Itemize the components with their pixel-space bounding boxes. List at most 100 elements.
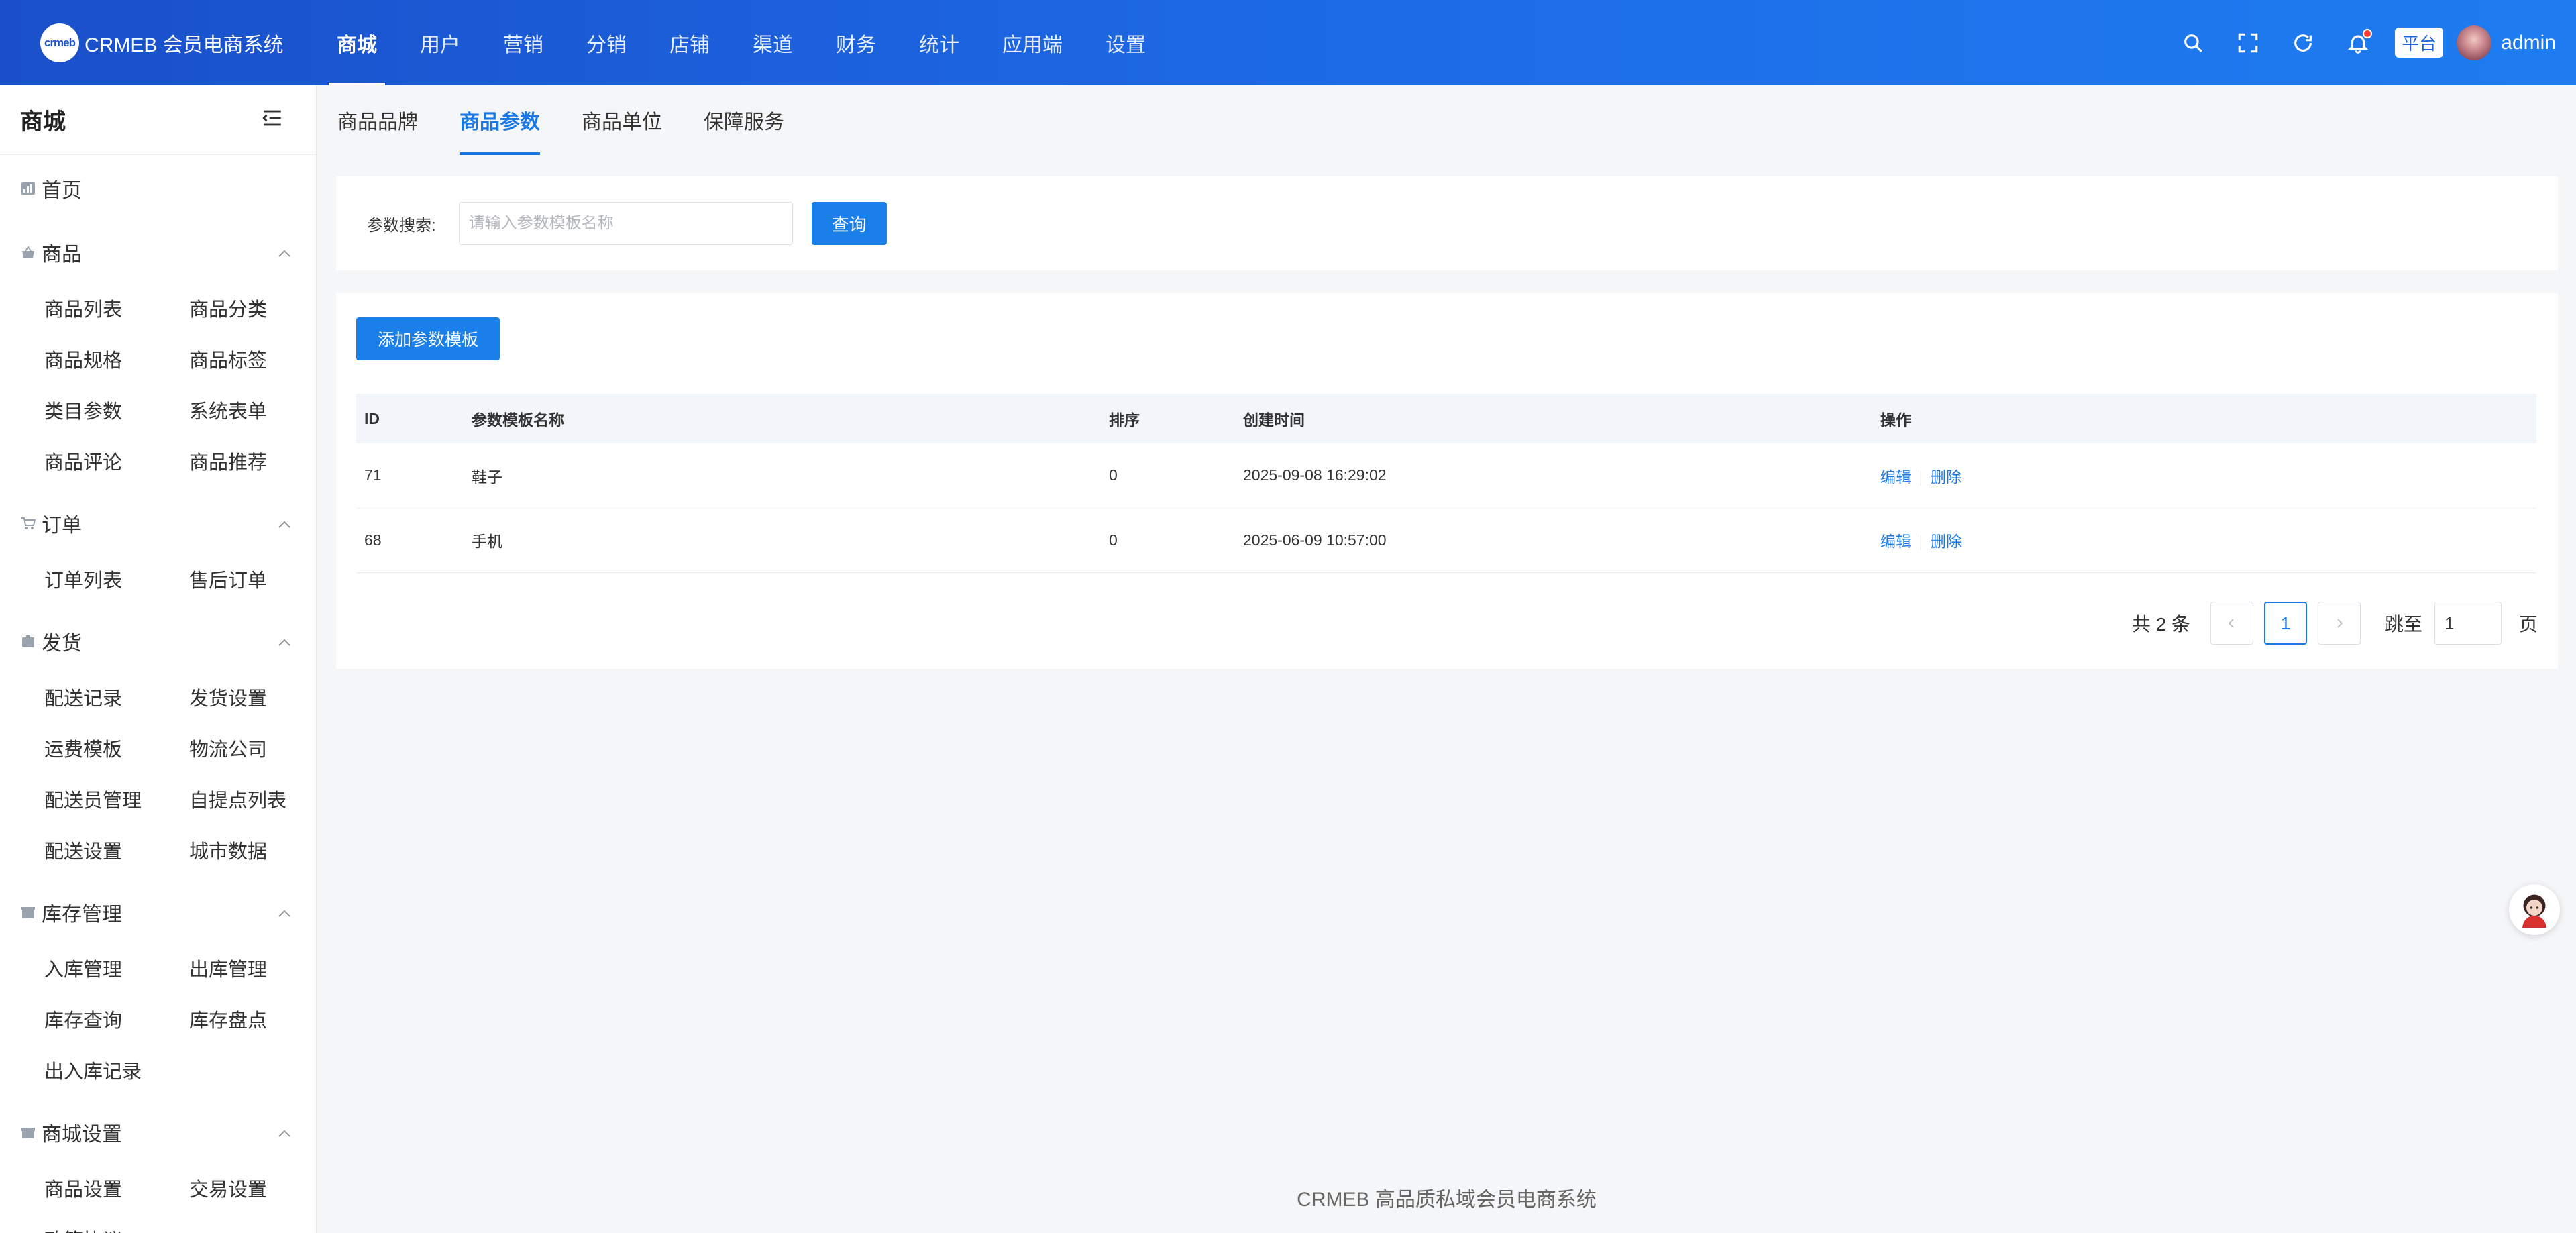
edit-link[interactable]: 编辑 <box>1880 468 1911 486</box>
tab-product-params[interactable]: 商品参数 <box>460 85 540 155</box>
topnav-item-stats[interactable]: 统计 <box>898 0 981 85</box>
search-icon[interactable] <box>2179 29 2207 57</box>
param-template-table: ID 参数模板名称 排序 创建时间 操作 71 鞋子 0 2025-09-08 … <box>356 394 2536 573</box>
sidebar-group-label: 订单 <box>42 515 82 537</box>
cell-actions: 编辑 删除 <box>1872 508 2536 573</box>
platform-badge[interactable]: 平台 <box>2395 28 2444 58</box>
cell-sort: 0 <box>1101 508 1235 573</box>
page-suffix: 页 <box>2518 614 2538 635</box>
page-number-current[interactable]: 1 <box>2263 602 2307 645</box>
topnav-item-channel[interactable]: 渠道 <box>731 0 814 85</box>
topnav-item-apps[interactable]: 应用端 <box>981 0 1084 85</box>
top-nav: 商城 用户 营销 分销 店铺 渠道 财务 统计 应用端 设置 <box>315 0 1167 85</box>
column-header-created: 创建时间 <box>1235 394 1872 443</box>
box-icon <box>20 634 36 649</box>
delete-link[interactable]: 删除 <box>1931 468 1962 486</box>
add-param-template-button[interactable]: 添加参数模板 <box>356 317 500 360</box>
sidebar-group-header[interactable]: 商城设置 <box>0 1102 316 1163</box>
sidebar-item-order-list[interactable]: 订单列表 <box>44 553 189 604</box>
menu-collapse-icon[interactable] <box>261 108 284 131</box>
cell-name: 鞋子 <box>464 443 1101 508</box>
bell-icon[interactable] <box>2344 28 2373 57</box>
jump-page-input[interactable] <box>2434 602 2502 645</box>
chevron-up-icon <box>277 241 292 264</box>
cell-created: 2025-06-09 10:57:00 <box>1235 508 1872 573</box>
search-label: 参数搜索: <box>367 216 436 235</box>
tab-product-unit[interactable]: 商品单位 <box>582 85 662 155</box>
notification-dot <box>2363 28 2373 38</box>
chevron-up-icon <box>277 901 292 924</box>
fullscreen-icon[interactable] <box>2234 29 2262 57</box>
topnav-item-user[interactable]: 用户 <box>398 0 482 85</box>
sidebar-item-delivery-settings[interactable]: 发货设置 <box>189 672 316 722</box>
assistant-icon <box>2522 894 2546 928</box>
sidebar-item-shipping-template[interactable]: 运费模板 <box>44 722 189 773</box>
sidebar-group-header[interactable]: 库存管理 <box>0 882 316 943</box>
topnav-item-distribution[interactable]: 分销 <box>565 0 648 85</box>
sidebar-item-stock-query[interactable]: 库存查询 <box>44 994 189 1044</box>
sidebar-item-delivery-records[interactable]: 配送记录 <box>44 672 189 722</box>
sidebar-item-product-list[interactable]: 商品列表 <box>44 282 189 333</box>
sidebar-group-inventory: 库存管理 入库管理 出库管理 库存查询 库存盘点 出入库记录 <box>0 882 316 1102</box>
username[interactable]: admin <box>2501 32 2556 54</box>
sidebar-item-product-spec[interactable]: 商品规格 <box>44 333 189 384</box>
sidebar-group-header[interactable]: 商品 <box>0 222 316 282</box>
pagination-total: 共 2 条 <box>2131 614 2190 635</box>
edit-link[interactable]: 编辑 <box>1880 533 1911 550</box>
cell-id: 68 <box>356 508 464 573</box>
cart-icon <box>20 516 36 531</box>
assistant-avatar-button[interactable] <box>2509 884 2560 935</box>
sidebar-item-product-settings[interactable]: 商品设置 <box>44 1163 189 1214</box>
sidebar-item-stock-out[interactable]: 出库管理 <box>189 943 316 994</box>
footer-text: CRMEB 高品质私域会员电商系统 <box>1297 1189 1597 1211</box>
sidebar-item-city-data[interactable]: 城市数据 <box>189 824 316 875</box>
sidebar-title: 商城 <box>20 109 66 135</box>
cell-sort: 0 <box>1101 443 1235 508</box>
sidebar-item-stock-check[interactable]: 库存盘点 <box>189 994 316 1044</box>
column-header-actions: 操作 <box>1872 394 2536 443</box>
table-row: 71 鞋子 0 2025-09-08 16:29:02 编辑 删除 <box>356 443 2536 508</box>
topnav-item-marketing[interactable]: 营销 <box>482 0 565 85</box>
sidebar-item-after-sales[interactable]: 售后订单 <box>189 553 316 604</box>
sidebar-item-product-tag[interactable]: 商品标签 <box>189 333 316 384</box>
avatar[interactable] <box>2457 25 2492 60</box>
tab-guarantee-service[interactable]: 保障服务 <box>704 85 784 155</box>
sidebar-item-pickup-points[interactable]: 自提点列表 <box>189 773 316 824</box>
sidebar-group-header[interactable]: 订单 <box>0 493 316 553</box>
delete-link[interactable]: 删除 <box>1931 533 1962 550</box>
sidebar-group-mall-settings: 商城设置 商品设置 交易设置 政策协议 <box>0 1102 316 1233</box>
basket-icon <box>20 245 36 260</box>
sidebar-item-home[interactable]: 首页 <box>0 155 316 222</box>
sidebar-item-logistics-company[interactable]: 物流公司 <box>189 722 316 773</box>
chevron-left-icon <box>2228 619 2234 628</box>
next-page-button[interactable] <box>2317 602 2361 645</box>
sidebar-item-policy[interactable]: 政策协议 <box>44 1214 189 1233</box>
topnav-item-finance[interactable]: 财务 <box>814 0 898 85</box>
chevron-up-icon <box>277 630 292 653</box>
search-input[interactable] <box>458 202 793 245</box>
topnav-item-mall[interactable]: 商城 <box>315 0 398 85</box>
sidebar-item-courier-management[interactable]: 配送员管理 <box>44 773 189 824</box>
query-button[interactable]: 查询 <box>811 202 887 245</box>
sidebar-item-system-form[interactable]: 系统表单 <box>189 384 316 435</box>
sidebar-item-product-review[interactable]: 商品评论 <box>44 435 189 486</box>
main-content: 商品品牌 商品参数 商品单位 保障服务 参数搜索: 查询 添加参数模板 ID 参… <box>317 85 2576 1233</box>
tab-product-brand[interactable]: 商品品牌 <box>337 85 418 155</box>
sidebar-item-dispatch-settings[interactable]: 配送设置 <box>44 824 189 875</box>
sidebar-item-product-recommend[interactable]: 商品推荐 <box>189 435 316 486</box>
sidebar-item-category-params[interactable]: 类目参数 <box>44 384 189 435</box>
sidebar-item-product-category[interactable]: 商品分类 <box>189 282 316 333</box>
refresh-icon[interactable] <box>2289 29 2317 57</box>
sidebar-item-label: 首页 <box>42 180 82 202</box>
sidebar-item-stock-records[interactable]: 出入库记录 <box>44 1044 189 1095</box>
prev-page-button[interactable] <box>2210 602 2253 645</box>
sidebar-group-label: 发货 <box>42 633 82 655</box>
cell-name: 手机 <box>464 508 1101 573</box>
brand[interactable]: crmeb CRMEB 会员电商系统 <box>0 0 315 85</box>
sidebar-group-header[interactable]: 发货 <box>0 611 316 672</box>
topnav-item-settings[interactable]: 设置 <box>1084 0 1167 85</box>
sidebar-item-stock-in[interactable]: 入库管理 <box>44 943 189 994</box>
brand-name: CRMEB 会员电商系统 <box>85 34 284 56</box>
sidebar-item-trade-settings[interactable]: 交易设置 <box>189 1163 316 1214</box>
topnav-item-store[interactable]: 店铺 <box>648 0 731 85</box>
